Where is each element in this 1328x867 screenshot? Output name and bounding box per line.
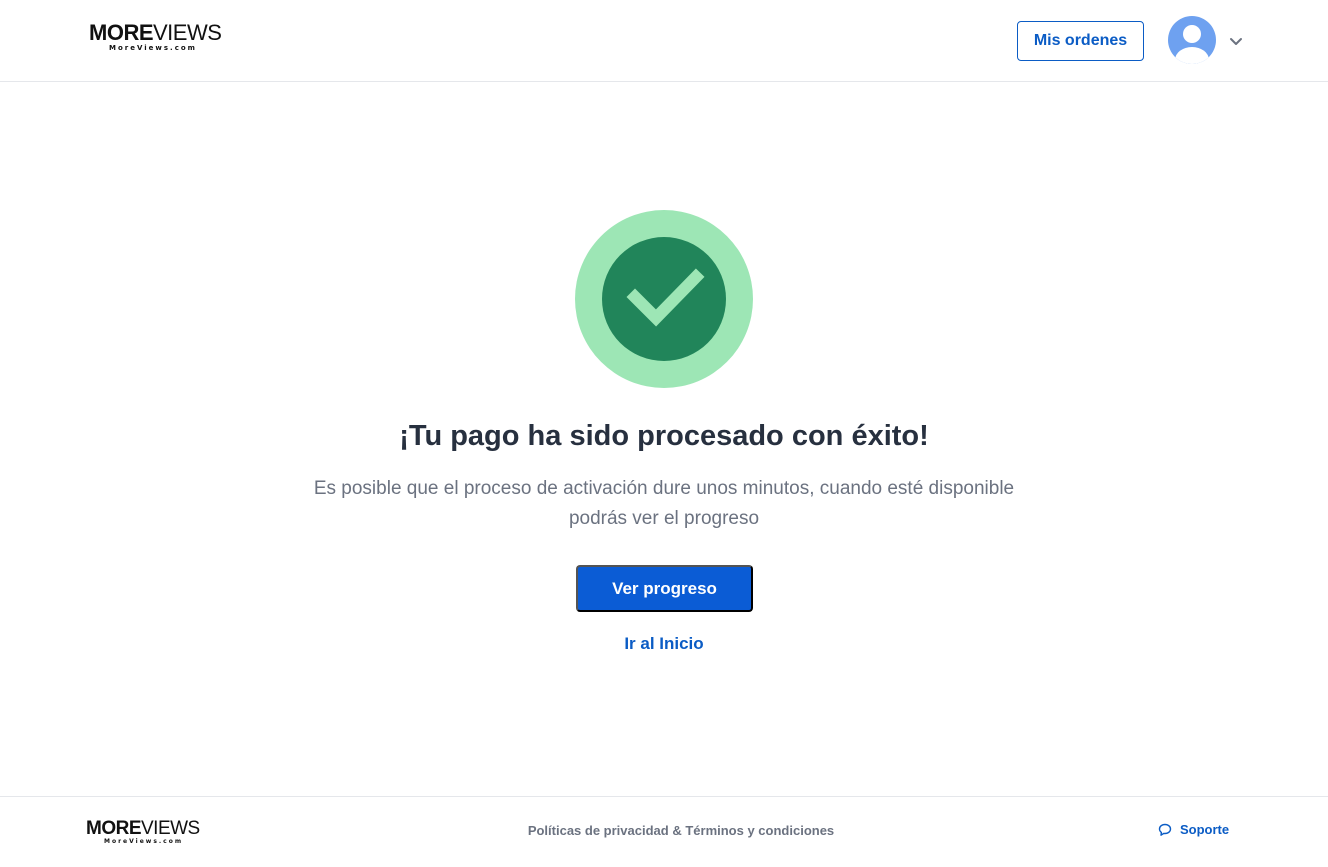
privacy-policy-link[interactable]: Políticas de privacidad bbox=[528, 823, 669, 838]
support-link[interactable]: Soporte bbox=[1158, 822, 1229, 837]
brand-logo[interactable]: MOREVIEWS MoreViews.com bbox=[89, 20, 222, 52]
home-link-container: Ir al Inicio bbox=[0, 634, 1328, 654]
chevron-down-icon bbox=[1230, 38, 1242, 45]
footer-logo-domain: MoreViews.com bbox=[104, 838, 184, 845]
description-line-1: Es posible que el proceso de activación … bbox=[313, 478, 1015, 499]
user-menu-toggle[interactable] bbox=[1166, 16, 1250, 64]
check-circle-icon bbox=[575, 210, 753, 388]
go-home-link[interactable]: Ir al Inicio bbox=[624, 634, 703, 653]
footer-link-separator: & bbox=[672, 823, 682, 838]
description-line-2: podrás ver el progreso bbox=[568, 508, 760, 529]
my-orders-button[interactable]: Mis ordenes bbox=[1017, 21, 1144, 61]
user-avatar-icon bbox=[1168, 16, 1216, 64]
top-header: MOREVIEWS MoreViews.com Mis ordenes bbox=[0, 0, 1328, 82]
brand-logo-domain: MoreViews.com bbox=[109, 44, 197, 52]
brand-logo-wordmark: MOREVIEWS bbox=[89, 20, 222, 45]
footer-legal-links: Políticas de privacidad & Términos y con… bbox=[0, 823, 1328, 838]
page-title: ¡Tu pago ha sido procesado con éxito! bbox=[399, 420, 929, 452]
page-description: Es posible que el proceso de activación … bbox=[264, 474, 1064, 534]
support-label: Soporte bbox=[1180, 822, 1230, 837]
chat-bubble-icon bbox=[1158, 823, 1172, 836]
terms-link[interactable]: Términos y condiciones bbox=[685, 823, 834, 838]
view-progress-button[interactable]: Ver progreso bbox=[576, 565, 753, 612]
page-footer: MOREVIEWS MoreViews.com Políticas de pri… bbox=[0, 796, 1328, 867]
